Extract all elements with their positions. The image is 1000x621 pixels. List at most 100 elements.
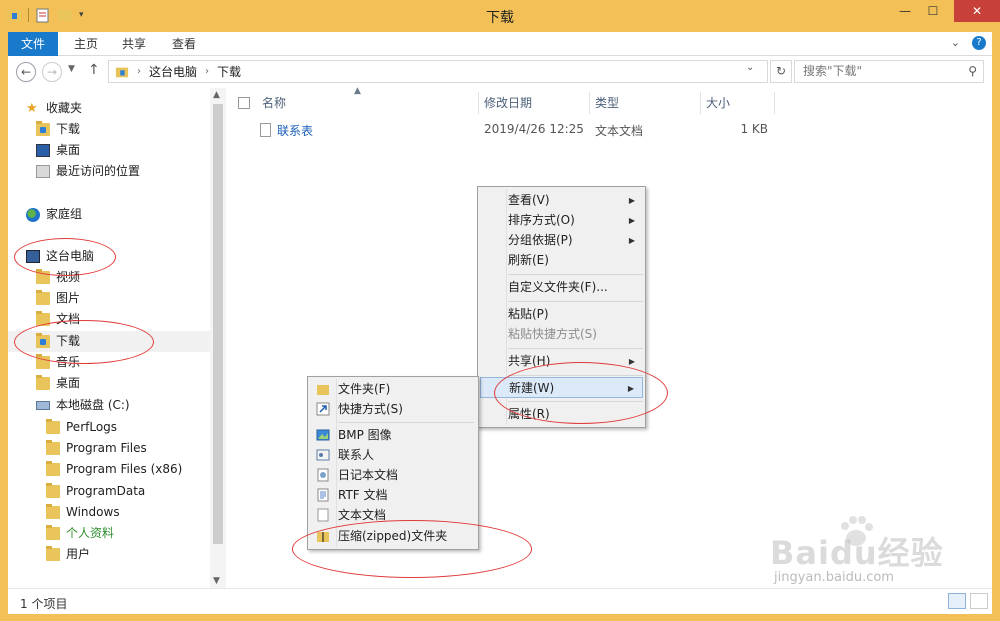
column-divider[interactable]: [700, 92, 701, 114]
search-input[interactable]: 搜索"下载" ⚲: [794, 60, 984, 83]
nav-label: 图片: [56, 291, 81, 305]
menu-label: 快捷方式(S): [338, 402, 403, 416]
select-all-checkbox[interactable]: [238, 97, 250, 109]
menu-item-view[interactable]: 查看(V) ▶: [480, 190, 643, 211]
folder-icon: [46, 546, 60, 561]
shortcut-icon: [316, 402, 330, 416]
forward-button[interactable]: →: [42, 62, 62, 82]
column-header-name[interactable]: 名称: [262, 94, 286, 112]
menu-label: 粘贴快捷方式(S): [508, 327, 597, 341]
file-name[interactable]: 联系表: [277, 122, 313, 139]
desktop-folder-icon: [36, 375, 50, 390]
column-divider[interactable]: [478, 92, 479, 114]
up-arrow-icon[interactable]: ↑: [88, 62, 100, 78]
scroll-down-icon[interactable]: ▼: [213, 576, 220, 586]
scroll-up-icon[interactable]: ▲: [213, 90, 220, 100]
file-date: 2019/4/26 12:25: [484, 122, 584, 136]
download-folder-icon: [36, 121, 50, 136]
nav-program-files-x86[interactable]: Program Files (x86): [46, 459, 182, 480]
breadcrumb-chevron-icon[interactable]: ›: [205, 66, 209, 77]
nav-personal-data[interactable]: 个人资料: [46, 523, 114, 544]
menu-item-paste-shortcut: 粘贴快捷方式(S): [480, 324, 643, 345]
menu-item-refresh[interactable]: 刷新(E): [480, 250, 643, 271]
menu-item-sort-by[interactable]: 排序方式(O) ▶: [480, 210, 643, 231]
sort-ascending-icon: ▲: [354, 86, 361, 96]
explorer-window: ▾ 下载 — ☐ ✕ 文件 主页 共享 查看 ⌄ ? ← → ▼ ↑ › 这台电…: [0, 0, 1000, 621]
tab-home[interactable]: 主页: [66, 32, 106, 56]
submenu-item-shortcut[interactable]: 快捷方式(S): [310, 399, 476, 420]
contact-icon: [316, 449, 330, 461]
menu-separator: [508, 301, 643, 302]
nav-users[interactable]: 用户: [46, 544, 90, 565]
menu-label: 自定义文件夹(F)...: [508, 280, 608, 294]
bitmap-icon: [316, 429, 330, 441]
file-row[interactable]: 联系表 2019/4/26 12:25 文本文档 1 KB: [226, 120, 992, 140]
column-divider[interactable]: [589, 92, 590, 114]
watermark-logo: Baidu经验: [770, 534, 944, 572]
address-bar[interactable]: › 这台电脑 › 下载: [108, 60, 768, 83]
nav-perflogs[interactable]: PerfLogs: [46, 417, 117, 438]
nav-windows[interactable]: Windows: [46, 502, 120, 523]
nav-fav-downloads[interactable]: 下载: [36, 119, 80, 140]
download-folder-icon: [115, 67, 129, 77]
breadcrumb-chevron-icon[interactable]: ›: [137, 66, 141, 77]
nav-pictures[interactable]: 图片: [36, 288, 80, 309]
maximize-button[interactable]: ☐: [918, 0, 948, 22]
submenu-item-journal[interactable]: 日记本文档: [310, 465, 476, 486]
nav-desktop[interactable]: 桌面: [36, 373, 80, 394]
annotation-ellipse-this-pc: [14, 238, 116, 276]
minimize-button[interactable]: —: [890, 0, 920, 22]
navigation-scrollbar[interactable]: ▲ ▼: [210, 88, 226, 588]
breadcrumb-downloads[interactable]: 下载: [217, 63, 241, 80]
submenu-item-contact[interactable]: 联系人: [310, 445, 476, 466]
back-button[interactable]: ←: [16, 62, 36, 82]
nav-label: PerfLogs: [66, 420, 118, 434]
column-divider[interactable]: [774, 92, 775, 114]
column-header-date[interactable]: 修改日期: [484, 94, 532, 112]
nav-program-files[interactable]: Program Files: [46, 438, 147, 459]
nav-label: 桌面: [56, 376, 81, 390]
recent-locations-dropdown-icon[interactable]: ▼: [68, 64, 75, 74]
folder-icon: [46, 525, 60, 540]
menu-item-paste[interactable]: 粘贴(P): [480, 304, 643, 325]
help-button[interactable]: ?: [972, 36, 986, 50]
menu-separator: [508, 348, 643, 349]
file-type: 文本文档: [595, 124, 644, 138]
nav-programdata[interactable]: ProgramData: [46, 481, 145, 502]
nav-label: 收藏夹: [46, 101, 83, 115]
submenu-arrow-icon: ▶: [628, 236, 635, 245]
refresh-button[interactable]: ↻: [770, 60, 792, 83]
scrollbar-thumb[interactable]: [213, 104, 223, 544]
tab-file[interactable]: 文件: [8, 32, 58, 56]
homegroup-icon: [26, 207, 40, 222]
nav-homegroup[interactable]: 家庭组: [26, 204, 82, 225]
close-button[interactable]: ✕: [954, 0, 1000, 22]
submenu-item-folder[interactable]: 文件夹(F): [310, 379, 476, 400]
submenu-arrow-icon: ▶: [628, 216, 635, 225]
nav-label: 本地磁盘 (C:): [56, 398, 130, 412]
nav-label: Program Files: [66, 441, 147, 455]
column-header-size[interactable]: 大小: [706, 94, 730, 112]
menu-separator: [508, 274, 643, 275]
nav-label: 用户: [66, 547, 91, 561]
nav-fav-recent[interactable]: 最近访问的位置: [36, 161, 140, 182]
tab-share[interactable]: 共享: [114, 32, 154, 56]
nav-label: 最近访问的位置: [56, 164, 141, 178]
submenu-item-bmp[interactable]: BMP 图像: [310, 425, 476, 446]
menu-item-group-by[interactable]: 分组依据(P) ▶: [480, 230, 643, 251]
nav-favorites[interactable]: ★ 收藏夹: [26, 98, 82, 119]
menu-item-customize-folder[interactable]: 自定义文件夹(F)...: [480, 277, 643, 298]
ribbon-expand-icon[interactable]: ⌄: [951, 36, 960, 50]
folder-icon: [46, 504, 60, 519]
tab-view[interactable]: 查看: [164, 32, 204, 56]
folder-icon: [46, 461, 60, 476]
menu-label: 粘贴(P): [508, 307, 549, 321]
submenu-item-rtf[interactable]: RTF 文档: [310, 485, 476, 506]
address-dropdown-icon[interactable]: ⌄: [746, 62, 754, 73]
large-icons-view-icon[interactable]: [970, 593, 988, 609]
nav-local-disk[interactable]: 本地磁盘 (C:): [36, 395, 130, 416]
menu-label: RTF 文档: [338, 488, 388, 502]
breadcrumb-this-pc[interactable]: 这台电脑: [149, 63, 197, 80]
column-header-type[interactable]: 类型: [595, 94, 619, 112]
nav-fav-desktop[interactable]: 桌面: [36, 140, 80, 161]
